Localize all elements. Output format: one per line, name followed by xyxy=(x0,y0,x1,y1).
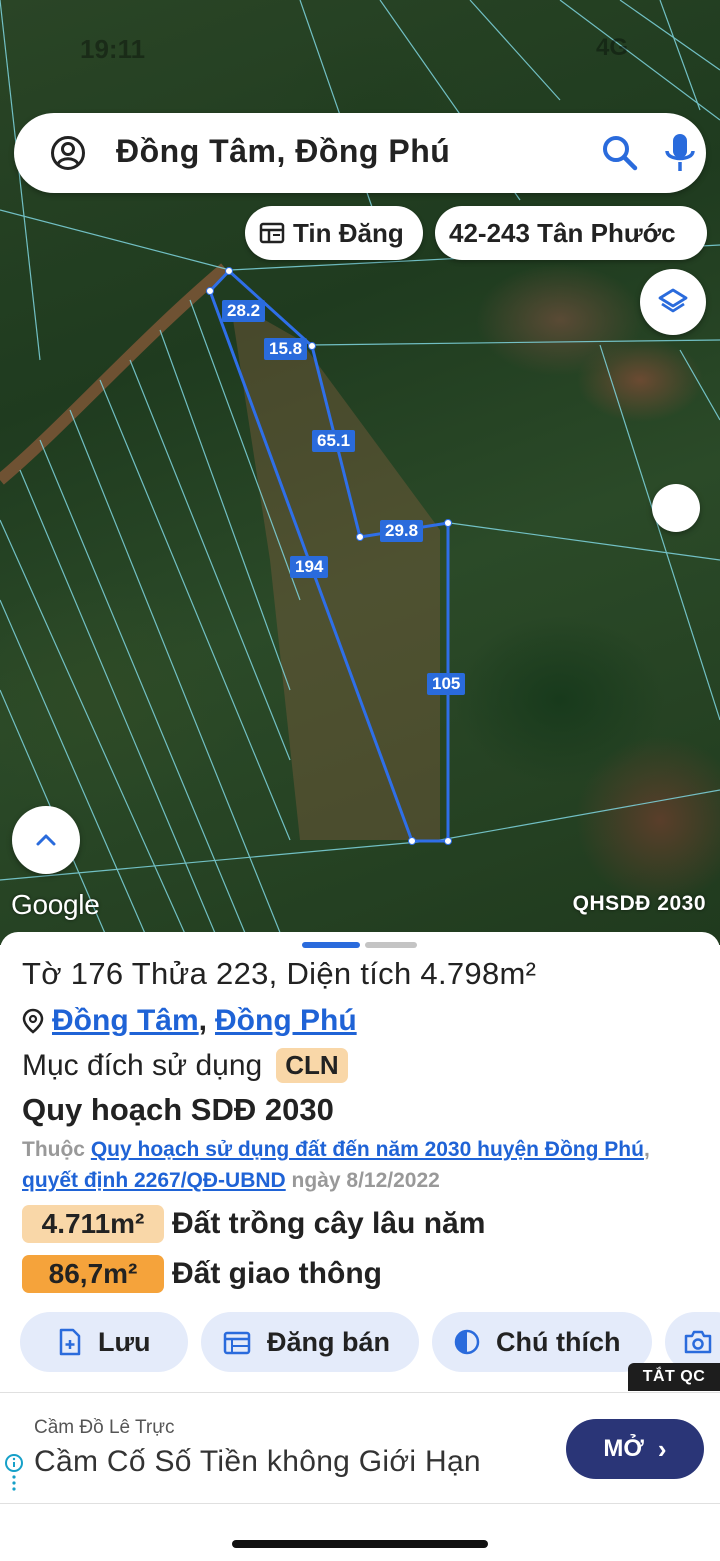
map-layer-label: QHSDĐ 2030 xyxy=(572,892,706,915)
location-separator: , xyxy=(198,1004,208,1037)
area-row: 86,7m² Đất giao thông xyxy=(22,1255,382,1293)
dimension-label: 15.8 xyxy=(264,338,308,360)
camera-add-icon xyxy=(684,1330,712,1354)
legend-button-label: Chú thích xyxy=(496,1326,621,1357)
ad-open-button[interactable]: MỞ › xyxy=(566,1419,704,1479)
plan-link[interactable]: Quy hoạch sử dụng đất đến năm 2030 huyện… xyxy=(91,1138,644,1161)
chevron-up-icon xyxy=(36,834,56,846)
google-logo: Google xyxy=(11,889,100,920)
decision-link[interactable]: quyết định 2267/QĐ-UBND xyxy=(22,1169,286,1192)
parcel-title: Tờ 176 Thửa 223, Diện tích 4.798m² xyxy=(22,956,537,991)
parcel-chip[interactable]: 42-243 Tân Phước xyxy=(435,206,707,260)
parcel-info-sheet: Tờ 176 Thửa 223, Diện tích 4.798m² Đồng … xyxy=(0,932,720,1392)
area-row: 4.711m² Đất trồng cây lâu năm xyxy=(22,1205,485,1243)
status-network: 4G xyxy=(595,34,628,61)
plan-title: Quy hoạch SDĐ 2030 xyxy=(22,1092,334,1127)
contrast-icon xyxy=(454,1329,480,1355)
layers-icon xyxy=(658,288,688,313)
search-query[interactable]: Đồng Tâm, Đồng Phú xyxy=(116,133,450,170)
parcel-chip-label: 42-243 Tân Phước xyxy=(449,217,676,248)
dimension-label: 29.8 xyxy=(380,520,424,542)
plan-prefix: Thuộc xyxy=(22,1138,85,1161)
dimension-label: 194 xyxy=(290,556,329,578)
post-sale-button[interactable]: Đăng bán xyxy=(201,1312,419,1372)
satellite-map[interactable]: 19:11 4G 28.2 15.8 65.1 29.8 194 105 Đồn… xyxy=(0,0,720,945)
district-link[interactable]: Đồng Phú xyxy=(215,1004,357,1038)
opacity-slider-handle[interactable] xyxy=(652,484,700,532)
area-label: Đất trồng cây lâu năm xyxy=(172,1207,486,1240)
dimension-label: 105 xyxy=(427,673,466,695)
decision-date: ngày 8/12/2022 xyxy=(291,1169,440,1192)
dimension-label: 28.2 xyxy=(222,300,266,322)
plan-description: Thuộc Quy hoạch sử dụng đất đến năm 2030… xyxy=(22,1134,702,1196)
land-use-purpose: Mục đích sử dụng CLN xyxy=(22,1048,348,1083)
info-icon[interactable] xyxy=(4,1453,24,1493)
add-document-icon xyxy=(59,1328,81,1356)
plan-comma: , xyxy=(643,1138,650,1161)
search-icon[interactable] xyxy=(600,133,640,173)
save-button[interactable]: Lưu xyxy=(20,1312,188,1372)
location-pin-icon xyxy=(22,1008,44,1034)
account-icon[interactable] xyxy=(50,135,86,171)
area-value-badge: 4.711m² xyxy=(22,1205,164,1243)
home-indicator[interactable] xyxy=(232,1540,488,1548)
news-chip[interactable]: Tin Đăng xyxy=(245,206,423,260)
ad-headline: Cầm Cố Số Tiền không Giới Hạn xyxy=(34,1445,481,1478)
ad-sponsor: Cầm Đồ Lê Trực xyxy=(34,1417,175,1438)
commune-link[interactable]: Đồng Tâm xyxy=(52,1004,199,1038)
news-chip-label: Tin Đăng xyxy=(293,217,404,248)
status-time: 19:11 xyxy=(80,34,146,64)
save-button-label: Lưu xyxy=(98,1326,151,1357)
expand-button[interactable] xyxy=(12,806,80,874)
area-label: Đất giao thông xyxy=(172,1257,382,1290)
hide-ads-button[interactable]: TẮT QC xyxy=(628,1363,720,1391)
search-bar[interactable]: Đồng Tâm, Đồng Phú xyxy=(14,113,706,193)
ad-open-label: MỞ xyxy=(603,1435,644,1462)
chevron-right-icon: › xyxy=(657,1433,667,1464)
legend-button[interactable]: Chú thích xyxy=(432,1312,652,1372)
post-sale-button-label: Đăng bán xyxy=(267,1326,391,1357)
sheet-handle-inactive[interactable] xyxy=(365,942,417,948)
purpose-label: Mục đích sử dụng xyxy=(22,1048,263,1082)
layers-button[interactable] xyxy=(640,269,706,335)
newspaper-icon xyxy=(259,222,285,244)
dimension-label: 65.1 xyxy=(312,430,356,452)
area-value-badge: 86,7m² xyxy=(22,1255,164,1293)
microphone-icon[interactable] xyxy=(662,131,698,175)
calendar-icon xyxy=(223,1331,251,1355)
sheet-handle-active[interactable] xyxy=(302,942,360,948)
ad-banner[interactable]: Cầm Đồ Lê Trực Cầm Cố Số Tiền không Giới… xyxy=(0,1392,720,1504)
location-row: Đồng Tâm , Đồng Phú xyxy=(22,1004,357,1038)
purpose-code-badge: CLN xyxy=(276,1048,348,1083)
